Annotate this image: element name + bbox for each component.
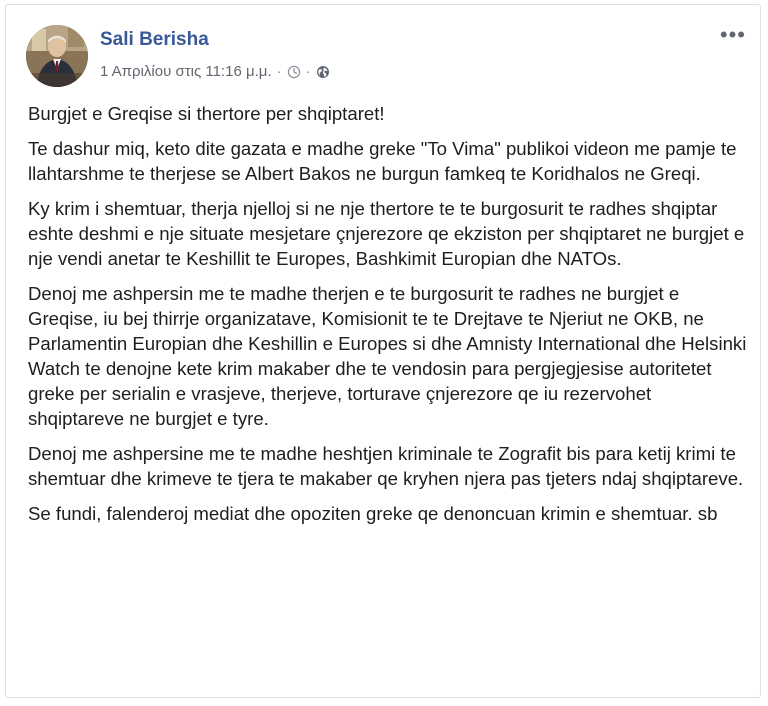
- facebook-post: Sali Berisha 1 Απριλίου στις 11:16 μ.μ. …: [5, 4, 761, 698]
- clock-icon: [287, 65, 300, 78]
- post-header: Sali Berisha 1 Απριλίου στις 11:16 μ.μ. …: [26, 23, 746, 89]
- more-options-icon[interactable]: •••: [720, 24, 746, 46]
- post-paragraph: Burgjet e Greqise si thertore per shqipt…: [28, 103, 385, 124]
- meta-separator: ·: [305, 63, 311, 80]
- post-text: Burgjet e Greqise si thertore per shqipt…: [28, 101, 750, 536]
- meta-separator: ·: [276, 63, 282, 80]
- post-paragraph: Denoj me ashpersin me te madhe therjen e…: [28, 283, 747, 429]
- post-paragraph: Te dashur miq, keto dite gazata e madhe …: [28, 138, 737, 184]
- post-paragraph: Ky krim i shemtuar, therja njelloj si ne…: [28, 198, 745, 269]
- author-name-link[interactable]: Sali Berisha: [100, 29, 209, 51]
- author-avatar[interactable]: [26, 25, 88, 87]
- profile-photo: [26, 25, 88, 87]
- post-timestamp[interactable]: 1 Απριλίου στις 11:16 μ.μ.: [100, 63, 272, 80]
- post-paragraph: Denoj me ashpersine me te madhe heshtjen…: [28, 443, 744, 489]
- post-paragraph: Se fundi, falenderoj mediat dhe opoziten…: [28, 503, 718, 524]
- globe-icon[interactable]: [316, 65, 330, 79]
- post-meta: 1 Απριλίου στις 11:16 μ.μ. · ·: [100, 63, 330, 80]
